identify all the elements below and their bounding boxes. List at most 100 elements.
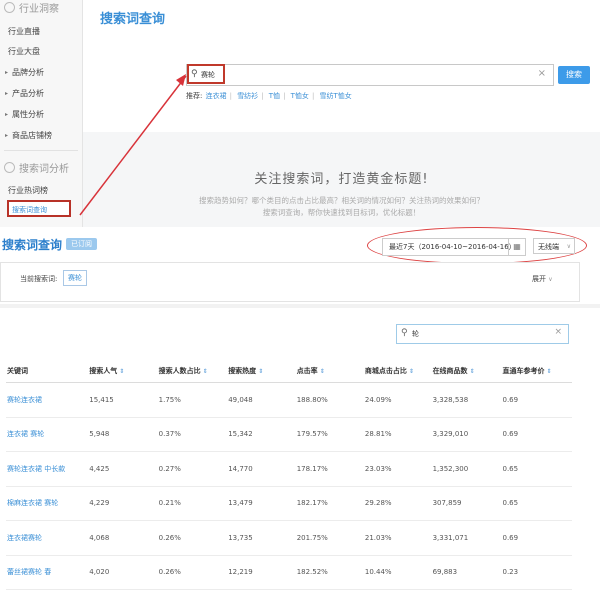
table-cell: 4,229 <box>88 486 158 521</box>
table-header-row: 关键词 搜索人气 ⇕ 搜索人数占比 ⇕ 搜索热度 ⇕ 点击率 ⇕ 商城点击占比 ⇕ 在线商… <box>6 360 572 383</box>
table-row: 连衣裙 赛轮 5,948 0.37% 15,342 179.57% 28.81% 3,329… <box>6 417 572 452</box>
keyword-link[interactable]: 棉麻连衣裙 赛轮 <box>6 486 89 521</box>
table-cell: 3,331,071 <box>431 520 502 556</box>
column-header-mall-click-ratio[interactable]: 商城点击占比 ⇕ <box>363 360 432 383</box>
calendar-icon[interactable]: ▦ <box>508 239 525 255</box>
column-header-search-heat[interactable]: 搜索热度 ⇕ <box>227 360 296 383</box>
recommend-link[interactable]: 雪纺T恤女 <box>320 92 352 100</box>
column-header-ppc-price[interactable]: 直通车参考价 ⇕ <box>501 360 572 383</box>
sidebar-item-label: 产品分析 <box>12 89 45 98</box>
sidebar-item-label: 属性分析 <box>12 110 45 119</box>
table-cell: 4,425 <box>88 451 158 487</box>
search-input-value: 赛轮 <box>201 71 215 79</box>
keyword-link[interactable]: 赛轮连衣裙 中长款 <box>6 451 89 487</box>
table-cell: 0.69 <box>501 382 572 418</box>
sidebar-section-title: 行业洞察 <box>19 4 59 15</box>
keyword-link[interactable]: 蕾丝裙赛轮 春 <box>6 555 89 590</box>
terminal-select[interactable]: 无线端 ∨ <box>533 238 575 254</box>
expand-arrow-icon: ▸ <box>5 69 9 76</box>
search-icon: ⚲ <box>401 328 408 338</box>
column-header-search-popularity[interactable]: 搜索人气 ⇕ <box>88 360 158 383</box>
table-cell: 0.27% <box>157 451 228 487</box>
sidebar-item-brand-analysis[interactable]: ▸ 品牌分析 <box>5 67 44 78</box>
column-header-click-rate[interactable]: 点击率 ⇕ <box>295 360 364 383</box>
column-header-keyword: 关键词 <box>6 360 89 383</box>
sort-icon[interactable]: ⇕ <box>547 368 552 375</box>
clear-icon[interactable]: × <box>554 327 562 337</box>
sort-icon[interactable]: ⇕ <box>203 368 208 375</box>
section-icon <box>4 2 15 13</box>
table-cell: 182.52% <box>295 555 364 590</box>
recommend-label: 推荐: <box>186 92 203 100</box>
results-title: 搜索词查询 <box>2 238 63 252</box>
sort-icon[interactable]: ⇕ <box>409 368 414 375</box>
sort-icon[interactable]: ⇕ <box>320 368 325 375</box>
search-button[interactable]: 搜索 <box>558 66 590 84</box>
expand-label: 展开 <box>532 275 546 283</box>
current-term-tag[interactable]: 赛轮 <box>63 270 87 286</box>
sidebar-section-title: 搜索词分析 <box>19 164 69 175</box>
keyword-filter-input[interactable]: ⚲ 轮 × <box>396 324 569 344</box>
sidebar-section-search-words: 搜索词分析 <box>4 160 69 175</box>
sort-icon[interactable]: ⇕ <box>470 368 475 375</box>
table-cell: 5,948 <box>88 417 158 452</box>
recommend-link[interactable]: T恤女 <box>291 92 309 100</box>
table-cell: 307,859 <box>431 486 502 521</box>
sidebar-item-label: 搜索词查询 <box>12 206 47 214</box>
date-range-value: 最近7天（2016-04-10~2016-04-16） <box>389 243 516 251</box>
sidebar-item-label: 行业热词榜 <box>8 186 48 195</box>
table-cell: 1.75% <box>157 382 228 418</box>
table-cell: 0.69 <box>501 417 572 452</box>
table-cell: 0.37% <box>157 417 228 452</box>
section-icon <box>4 162 15 173</box>
recommend-link[interactable]: T恤 <box>269 92 280 100</box>
table-cell: 182.17% <box>295 486 364 521</box>
sort-icon[interactable]: ⇕ <box>119 368 124 375</box>
sidebar-item-label: 品牌分析 <box>12 68 45 77</box>
table-cell: 29.28% <box>363 486 432 521</box>
table-cell: 201.75% <box>295 520 364 556</box>
sort-icon[interactable]: ⇕ <box>258 368 263 375</box>
sidebar-item-shop-ranking[interactable]: ▸ 商品店铺榜 <box>5 130 52 141</box>
table-row: 赛轮连衣裙 15,415 1.75% 49,048 188.80% 24.09% 3,328… <box>6 382 572 418</box>
sidebar-section-industry: 行业洞察 <box>4 0 59 15</box>
keyword-link[interactable]: 赛轮连衣裙 <box>6 382 89 418</box>
sidebar-item-hot-words[interactable]: 行业热词榜 <box>8 185 48 196</box>
column-header-searcher-ratio[interactable]: 搜索人数占比 ⇕ <box>157 360 228 383</box>
current-term-panel <box>0 262 580 302</box>
table-cell: 15,415 <box>88 382 158 418</box>
expand-arrow-icon: ▸ <box>5 132 9 139</box>
page-title: 搜索词查询 <box>100 12 166 27</box>
search-icon: ⚲ <box>191 69 198 79</box>
table-cell: 28.81% <box>363 417 432 452</box>
search-input[interactable]: ⚲ 赛轮 × <box>186 64 554 86</box>
table-cell: 0.69 <box>501 520 572 556</box>
table-cell: 69,883 <box>431 555 502 590</box>
table-cell: 4,020 <box>88 555 158 590</box>
table-cell: 10.44% <box>363 555 432 590</box>
table-cell: 3,329,010 <box>431 417 502 452</box>
sidebar-item-industry-overview[interactable]: 行业大盘 <box>8 46 40 57</box>
sidebar-item-attribute-analysis[interactable]: ▸ 属性分析 <box>5 109 44 120</box>
expand-toggle[interactable]: 展开 ∨ <box>532 274 553 284</box>
table-cell: 0.26% <box>157 555 228 590</box>
expand-arrow-icon: ▸ <box>5 90 9 97</box>
date-range-picker[interactable]: 最近7天（2016-04-10~2016-04-16） ▦ <box>382 238 526 256</box>
table-cell: 179.57% <box>295 417 364 452</box>
keyword-link[interactable]: 连衣裙赛轮 <box>6 520 89 556</box>
table-row: 赛轮连衣裙 中长款 4,425 0.27% 14,770 178.17% 23.03% 1,… <box>6 451 572 487</box>
table-cell: 178.17% <box>295 451 364 487</box>
sidebar-divider <box>4 150 78 151</box>
sidebar-item-product-analysis[interactable]: ▸ 产品分析 <box>5 88 44 99</box>
recommend-link[interactable]: 连衣裙 <box>206 92 227 100</box>
sidebar-item-industry-live[interactable]: 行业直播 <box>8 26 40 37</box>
table-row: 连衣裙赛轮 4,068 0.26% 13,735 201.75% 21.03% 3,331,… <box>6 520 572 556</box>
terminal-select-value: 无线端 <box>538 243 559 251</box>
clear-icon[interactable]: × <box>538 68 546 79</box>
column-header-online-products[interactable]: 在线商品数 ⇕ <box>431 360 502 383</box>
keyword-link[interactable]: 连衣裙 赛轮 <box>6 417 89 452</box>
sidebar-item-label: 行业直播 <box>8 27 40 36</box>
recommend-link[interactable]: 雪纺衫 <box>237 92 258 100</box>
current-term-label: 当前搜索词: <box>20 275 58 283</box>
sidebar-item-label: 商品店铺榜 <box>12 131 53 140</box>
